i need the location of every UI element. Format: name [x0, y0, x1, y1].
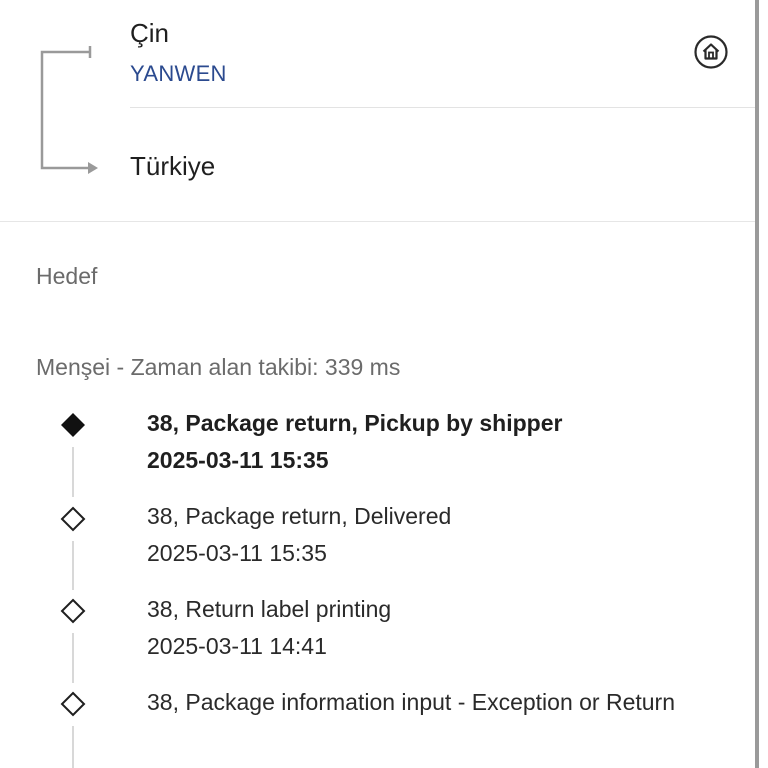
outline-diamond-icon: [60, 506, 86, 532]
destination-country: Türkiye: [130, 151, 216, 181]
tracking-event: 38, Return label printing 2025-03-11 14:…: [147, 591, 707, 665]
timeline-line: [72, 633, 74, 683]
route-card: Çin YANWEN Türkiye: [0, 0, 755, 222]
event-description: 38, Return label printing: [147, 596, 392, 622]
timeline-line: [72, 726, 74, 768]
event-description: 38, Package information input - Exceptio…: [147, 689, 676, 715]
scroll-edge: [755, 0, 759, 768]
event-time: 2025-03-11 15:35: [147, 540, 327, 566]
route-divider: [130, 107, 755, 108]
timeline-line: [72, 447, 74, 497]
home-icon[interactable]: [694, 35, 728, 69]
event-time: 2025-03-11 15:35: [147, 447, 329, 473]
outline-diamond-icon: [60, 598, 86, 624]
tracking-event: 38, Package return, Delivered 2025-03-11…: [147, 498, 707, 572]
event-time: 2025-03-11 14:41: [147, 633, 327, 659]
section-divider: [0, 221, 755, 222]
tracking-event: 38, Package return, Pickup by shipper 20…: [147, 405, 707, 479]
timeline-line: [72, 541, 74, 590]
origin-country: Çin: [130, 18, 170, 48]
event-description: 38, Package return, Pickup by shipper: [147, 410, 563, 436]
event-description: 38, Package return, Delivered: [147, 503, 452, 529]
origin-tracking-heading: Menşei - Zaman alan takibi: 339 ms: [36, 354, 401, 380]
carrier-name[interactable]: YANWEN: [130, 61, 227, 87]
destination-section-label: Hedef: [36, 263, 98, 289]
filled-diamond-icon: [61, 413, 85, 437]
route-connector-icon: [40, 46, 98, 174]
tracking-event: 38, Package information input - Exceptio…: [147, 684, 687, 721]
outline-diamond-icon: [60, 691, 86, 717]
